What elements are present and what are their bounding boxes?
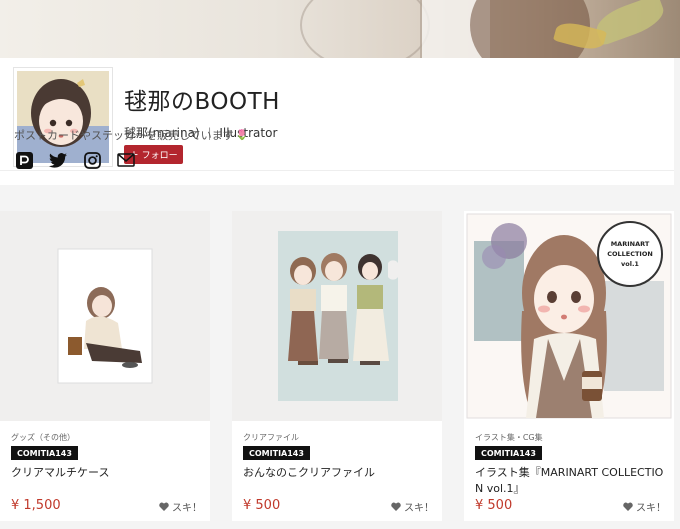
like-label: スキ！ (636, 503, 666, 514)
product-name[interactable]: クリアマルチケース (11, 465, 207, 481)
header-banner (0, 0, 680, 58)
like-label: スキ！ (172, 503, 202, 514)
twitter-icon[interactable] (48, 150, 68, 170)
product-price: ¥ 1,500 (11, 498, 61, 513)
product-card[interactable]: グッズ（その他） COMITIA143 クリアマルチケース ¥ 1,500 スキ… (0, 211, 210, 521)
like-label: スキ！ (404, 503, 434, 514)
instagram-icon[interactable] (82, 150, 102, 170)
follow-label: フォロー (141, 151, 178, 161)
seal-line-2: COLLECTION (607, 250, 653, 258)
event-tag[interactable]: COMITIA143 (475, 446, 542, 460)
heart-icon (159, 502, 169, 511)
product-card[interactable]: クリアファイル COMITIA143 おんなのこクリアファイル ¥ 500 スキ… (232, 211, 442, 521)
shop-title: 毬那のBOOTH (124, 89, 280, 115)
seal-line-3: vol.1 (621, 260, 639, 268)
heart-icon (623, 502, 633, 511)
product-name[interactable]: イラスト集『MARINART COLLECTION vol.1』 (475, 465, 671, 497)
tulip-icon: 🌷 (235, 129, 249, 141)
product-card[interactable]: MARINART COLLECTION vol.1 イラスト集・CG集 COMI… (464, 211, 674, 521)
product-category[interactable]: クリアファイル (243, 432, 299, 443)
event-tag[interactable]: COMITIA143 (243, 446, 310, 460)
collection-seal: MARINART COLLECTION vol.1 (597, 221, 663, 287)
product-category[interactable]: イラスト集・CG集 (475, 432, 543, 443)
like-button[interactable]: スキ！ (391, 499, 434, 514)
divider (0, 170, 674, 171)
heart-icon (391, 502, 401, 511)
booth-shop-page: { "shop": { "title": "毬那のBOOTH", "owner"… (0, 0, 680, 529)
mail-icon[interactable] (116, 150, 136, 170)
product-name[interactable]: おんなのこクリアファイル (243, 465, 439, 481)
product-price: ¥ 500 (243, 498, 281, 513)
product-category[interactable]: グッズ（その他） (11, 432, 75, 443)
product-thumbnail[interactable] (232, 211, 442, 421)
product-price: ¥ 500 (475, 498, 513, 513)
product-thumbnail[interactable] (0, 211, 210, 421)
like-button[interactable]: スキ！ (159, 499, 202, 514)
bio-text: ポストカードやステッカーを販売しています (14, 129, 234, 142)
pixiv-icon[interactable] (14, 150, 34, 170)
event-tag[interactable]: COMITIA143 (11, 446, 78, 460)
shop-bio: ポストカードやステッカーを販売しています 🌷 (14, 127, 248, 143)
product-thumbnail[interactable]: MARINART COLLECTION vol.1 (464, 211, 674, 421)
seal-line-1: MARINART (610, 240, 650, 248)
social-links (14, 150, 136, 170)
like-button[interactable]: スキ！ (623, 499, 666, 514)
